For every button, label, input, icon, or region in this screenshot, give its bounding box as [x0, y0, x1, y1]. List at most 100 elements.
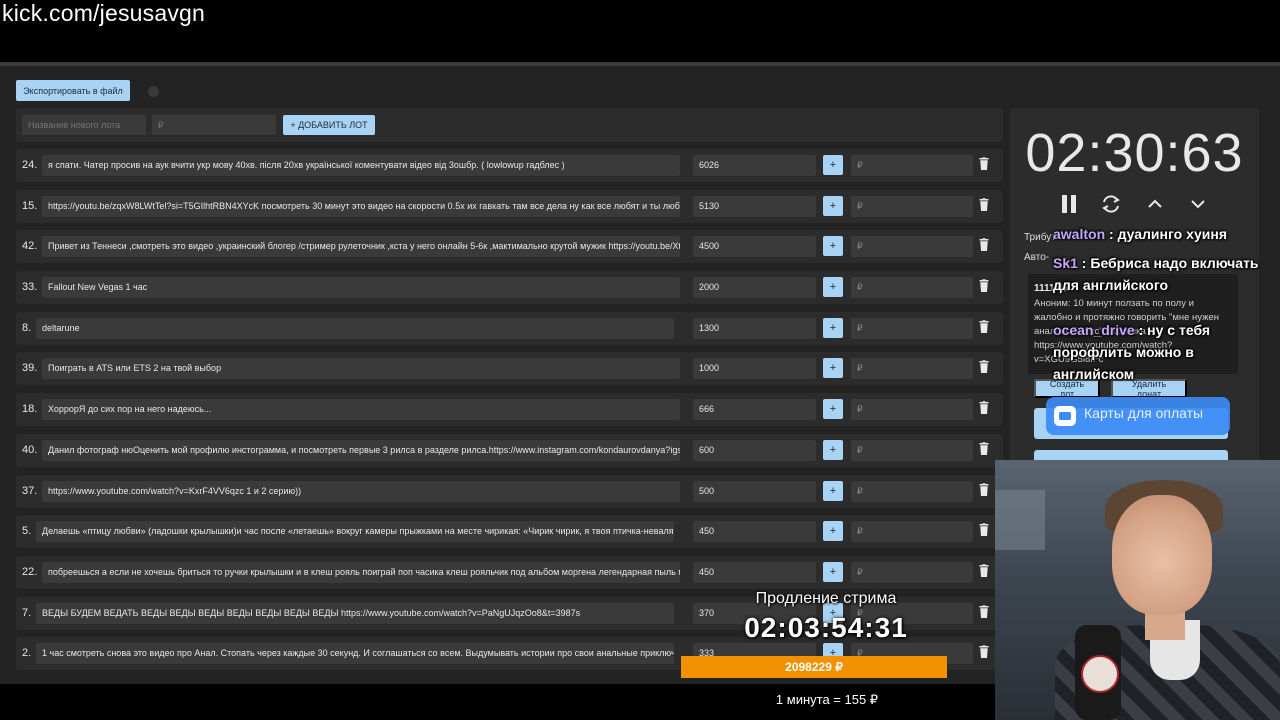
refresh-icon[interactable]: [1100, 193, 1122, 215]
countdown-timer: 02:30:63: [1025, 123, 1244, 183]
lot-number: 33.: [22, 281, 38, 294]
lot-add-button[interactable]: +: [823, 195, 843, 216]
lot-add-button[interactable]: +: [823, 236, 843, 257]
lot-row: 40. Данил фотограф нюОценить мой профилю …: [16, 433, 1003, 467]
lot-name-field[interactable]: 1 час смотреть снова это видео про Анал.…: [36, 643, 674, 665]
lot-number: 18.: [22, 403, 38, 416]
lot-name-field[interactable]: Поиграть в ATS или ETS 2 на твой выбор: [42, 358, 680, 380]
lot-add-amount-input[interactable]: ₽: [851, 236, 973, 258]
lot-add-button[interactable]: +: [823, 439, 843, 460]
lot-name-field[interactable]: Привет из Теннеси ,смотреть это видео ,у…: [42, 236, 680, 258]
lot-amount-field[interactable]: 666: [693, 399, 816, 421]
lot-row: 22. побреешься а если не хочешь бриться т…: [16, 555, 1003, 589]
lot-add-amount-input[interactable]: ₽: [851, 277, 973, 299]
chat-username: Sk1: [1053, 255, 1078, 271]
lot-add-button[interactable]: +: [823, 155, 843, 175]
lot-add-amount-input[interactable]: ₽: [851, 358, 973, 380]
lot-name-field[interactable]: Данил фотограф нюОценить мой профилю инс…: [42, 439, 680, 461]
lot-add-amount-input[interactable]: ₽: [851, 561, 973, 583]
lot-name-field[interactable]: побреешься а если не хочешь бриться то р…: [42, 561, 680, 583]
new-lot-name-input[interactable]: [22, 115, 146, 135]
lot-amount-field[interactable]: 1000: [693, 358, 816, 380]
webcam-feed: [995, 460, 1280, 720]
stream-url-overlay: kick.com/jesusavgn: [2, 0, 206, 26]
chevron-down-icon[interactable]: [1187, 193, 1209, 215]
lot-add-amount-input[interactable]: ₽: [851, 195, 973, 217]
lot-row: 42. Привет из Теннеси ,смотреть это видео…: [16, 230, 1003, 264]
trash-icon[interactable]: [978, 360, 994, 378]
lot-name-field[interactable]: ХоррорЯ до сих пор на него надеюсь...: [42, 399, 680, 421]
tribute-label: Трибут: [1024, 232, 1056, 243]
rate-text: 1 минута = 155 ₽: [775, 692, 879, 707]
streamer-face: [1112, 495, 1212, 615]
lot-add-amount-input[interactable]: ₽: [851, 521, 973, 543]
chat-message: awalton : дуалинго хуиня: [1053, 226, 1228, 242]
lot-add-amount-input[interactable]: ₽: [851, 439, 973, 461]
lot-row: 5. Делаешь «птицу любви» (ладошки крылышк…: [16, 515, 1003, 549]
trash-icon[interactable]: [978, 645, 994, 663]
lot-number: 39.: [22, 362, 38, 375]
lot-add-button[interactable]: +: [823, 358, 843, 379]
lot-add-button[interactable]: +: [823, 521, 843, 542]
trash-icon[interactable]: [978, 157, 994, 175]
lot-number: 24.: [22, 159, 38, 171]
trash-icon[interactable]: [978, 279, 994, 297]
lot-number: 2.: [22, 647, 32, 660]
trash-icon[interactable]: [978, 604, 994, 623]
lot-add-amount-input[interactable]: ₽: [851, 155, 973, 176]
cards-popup-text: Карты для оплаты: [1084, 405, 1204, 421]
chevron-up-icon[interactable]: [1144, 193, 1166, 215]
new-lot-amount-input[interactable]: [152, 115, 276, 135]
trash-icon[interactable]: [978, 564, 994, 582]
lot-amount-field[interactable]: 1300: [693, 317, 816, 339]
lot-amount-field[interactable]: 4500: [693, 236, 816, 258]
lot-row: 8. deltarune 1300 + ₽: [16, 311, 1003, 345]
export-button[interactable]: Экспортировать в файл: [16, 80, 130, 101]
lot-add-amount-input[interactable]: ₽: [851, 399, 973, 421]
chat-message: Sk1 : Бебриса надо включать для английск…: [1053, 255, 1259, 293]
lot-name-field[interactable]: я спати. Чатер просив на аук вчити укр м…: [42, 155, 680, 176]
lot-add-button[interactable]: +: [823, 277, 843, 298]
lot-add-amount-input[interactable]: ₽: [851, 317, 973, 339]
lot-name-field[interactable]: Делаешь «птицу любви» (ладошки крылышки)…: [36, 521, 674, 543]
trash-icon[interactable]: [978, 320, 994, 338]
lot-add-button[interactable]: +: [823, 561, 843, 582]
chat-text: дуалинго хуиня: [1117, 226, 1228, 242]
lot-amount-field[interactable]: 600: [693, 439, 816, 461]
lot-name-field[interactable]: https://youtu.be/zqxW8LWtTel?si=T5GIlhtR…: [42, 195, 680, 217]
pause-icon[interactable]: [1058, 193, 1080, 215]
lot-add-button[interactable]: +: [823, 399, 843, 420]
lot-add-amount-input[interactable]: ₽: [851, 480, 973, 502]
lot-name-field[interactable]: deltarune: [36, 317, 674, 339]
panel-action-button-2[interactable]: [1034, 450, 1228, 460]
trash-icon[interactable]: [978, 442, 994, 460]
lot-name-field[interactable]: https://www.youtube.com/watch?v=KxrF4VV6…: [42, 480, 680, 502]
lot-add-button[interactable]: +: [823, 317, 843, 338]
lot-number: 42.: [22, 240, 38, 253]
trash-icon[interactable]: [978, 238, 994, 256]
trash-icon[interactable]: [978, 401, 994, 419]
lot-row: 15. https://youtu.be/zqxW8LWtTel?si=T5GIl…: [16, 189, 1003, 223]
lot-amount-field[interactable]: 450: [693, 561, 816, 583]
lot-add-button[interactable]: +: [823, 480, 843, 501]
microphone-badge: [1081, 655, 1119, 693]
trash-icon[interactable]: [978, 523, 994, 541]
toggle-dot[interactable]: [148, 86, 159, 97]
extension-title: Продление стрима: [755, 590, 897, 607]
lot-number: 22.: [22, 565, 38, 578]
lot-name-field[interactable]: ВЕДЫ БУДЕМ ВЕДАТЬ ВЕДЫ ВЕДЫ ВЕДЫ ВЕДЫ ВЕ…: [36, 602, 674, 624]
add-lot-button[interactable]: + ДОБАВИТЬ ЛОТ: [283, 115, 375, 135]
chat-username: ocean_drive: [1053, 322, 1135, 338]
lot-amount-field[interactable]: 5130: [693, 195, 816, 217]
trash-icon[interactable]: [978, 482, 994, 501]
lot-amount-field[interactable]: 450: [693, 521, 816, 543]
lot-amount-field[interactable]: 6026: [693, 155, 816, 176]
lot-amount-field[interactable]: 2000: [693, 277, 816, 299]
lot-row: 37. https://www.youtube.com/watch?v=KxrF4…: [16, 474, 1003, 508]
lot-amount-field[interactable]: 500: [693, 480, 816, 502]
trash-icon[interactable]: [978, 197, 994, 216]
lot-name-field[interactable]: Fallout New Vegas 1 час: [42, 277, 680, 299]
background-lamp: [995, 490, 1045, 550]
chat-message: ocean_drive : ну с тебя порофлить можно …: [1053, 322, 1211, 382]
auto-label: Авто-: [1024, 252, 1050, 263]
